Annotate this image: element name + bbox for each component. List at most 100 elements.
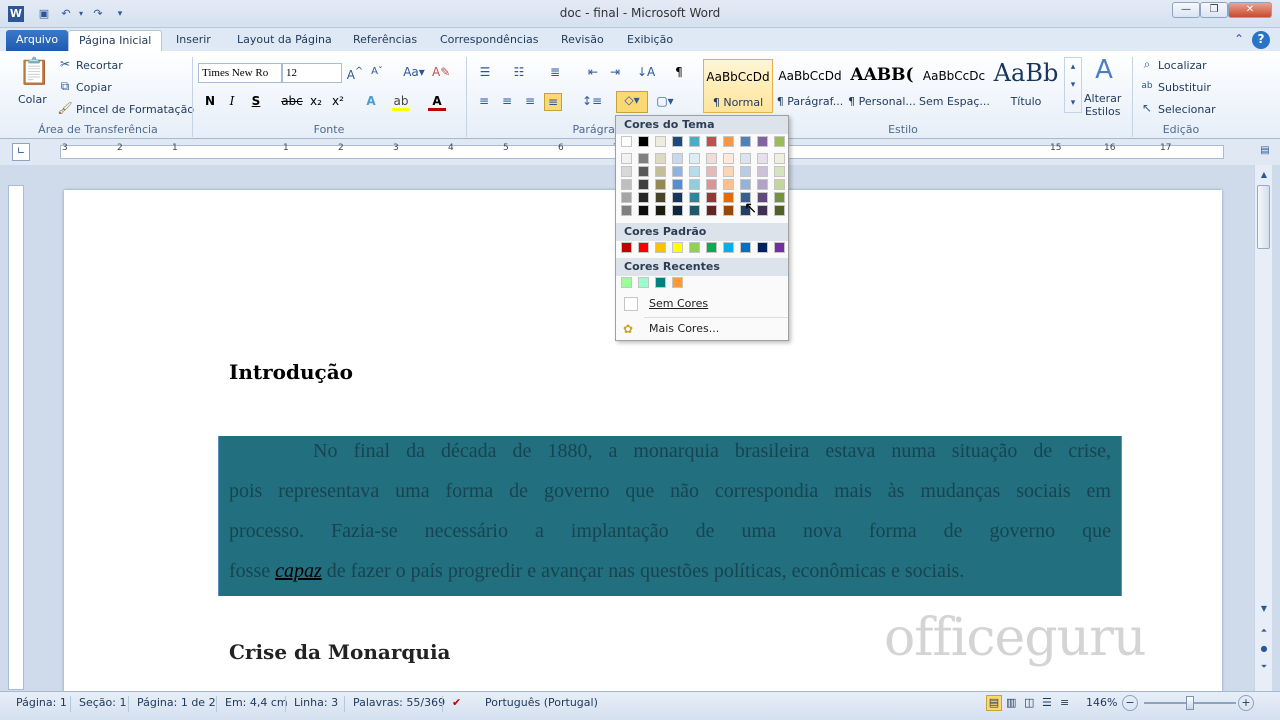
numbering-icon[interactable]: ☷ (510, 64, 528, 82)
proofing-icon[interactable]: ✔ (452, 696, 461, 709)
theme-color-swatch[interactable] (638, 153, 649, 164)
theme-color-swatch[interactable] (774, 192, 785, 203)
theme-color-swatch[interactable] (621, 205, 632, 216)
shading-icon[interactable]: ◇▾ (616, 91, 648, 113)
copy-button[interactable]: Copiar (76, 81, 112, 94)
underline-icon[interactable]: S (247, 93, 265, 111)
highlight-icon[interactable]: ab (392, 93, 410, 111)
select-button[interactable]: Selecionar (1158, 103, 1216, 116)
theme-color-swatch[interactable] (740, 166, 751, 177)
theme-color-swatch[interactable] (655, 192, 666, 203)
style-personal[interactable]: AABB( ¶ Personal... (847, 59, 917, 113)
minimize-ribbon-icon[interactable]: ⌃ (1230, 31, 1248, 49)
cut-icon[interactable]: ✂ (56, 56, 74, 74)
tab-arquivo[interactable]: Arquivo (6, 30, 69, 52)
theme-color-swatch[interactable] (689, 179, 700, 190)
standard-color-swatch[interactable] (740, 242, 751, 253)
theme-color-swatch[interactable] (621, 192, 632, 203)
full-screen-reading-icon[interactable]: ▥ (1006, 696, 1016, 709)
prev-page-icon[interactable]: ⏶ (1255, 623, 1273, 641)
paste-icon[interactable]: 📋 (18, 57, 50, 89)
theme-color-swatch[interactable] (757, 136, 768, 147)
theme-color-swatch[interactable] (672, 179, 683, 190)
style-sem-espaco[interactable]: AaBbCcDc Sem Espaç... (919, 59, 989, 113)
format-painter-button[interactable]: Pincel de Formatação (76, 103, 194, 116)
draft-icon[interactable]: ≡ (1060, 696, 1069, 709)
vertical-scrollbar[interactable]: ▲ ▼ ⏶ ● ⏷ (1254, 165, 1272, 691)
theme-color-swatch[interactable] (655, 153, 666, 164)
status-line[interactable]: Linha: 3 (294, 696, 338, 709)
decrease-indent-icon[interactable]: ⇤ (584, 64, 602, 82)
recent-color-swatch[interactable] (655, 277, 666, 288)
multilevel-list-icon[interactable]: ≣ (546, 64, 564, 82)
style-titulo[interactable]: AaBb Título (991, 59, 1061, 113)
italic-icon[interactable]: I (223, 93, 241, 111)
sort-icon[interactable]: ↓A (637, 64, 655, 82)
grow-font-icon[interactable]: A^ (346, 64, 364, 82)
text-effects-icon[interactable]: A (362, 93, 380, 111)
zoom-level[interactable]: 146% (1086, 696, 1117, 709)
format-painter-icon[interactable]: 🖌 (56, 100, 74, 118)
view-ruler-icon[interactable]: ▤ (1256, 143, 1274, 161)
standard-color-swatch[interactable] (638, 242, 649, 253)
theme-color-swatch[interactable] (638, 192, 649, 203)
maximize-button[interactable]: ❐ (1200, 2, 1228, 18)
selected-paragraph[interactable]: No final da década de 1880, a monarquia … (218, 436, 1122, 596)
theme-color-swatch[interactable] (723, 205, 734, 216)
theme-color-swatch[interactable] (723, 192, 734, 203)
heading-introducao[interactable]: Introdução (229, 360, 353, 384)
theme-color-swatch[interactable] (672, 205, 683, 216)
web-layout-icon[interactable]: ◫ (1024, 696, 1034, 709)
change-styles-icon[interactable]: A (1090, 55, 1118, 85)
clear-formatting-icon[interactable]: A✎ (432, 64, 450, 82)
theme-color-swatch[interactable] (774, 205, 785, 216)
justify-icon[interactable]: ≡ (544, 93, 562, 111)
theme-color-swatch[interactable] (689, 205, 700, 216)
tab-inserir[interactable]: Inserir (166, 30, 221, 52)
tab-pagina-inicial[interactable]: Página Inicial (68, 30, 163, 52)
standard-color-swatch[interactable] (774, 242, 785, 253)
theme-color-swatch[interactable] (672, 153, 683, 164)
theme-color-swatch[interactable] (723, 153, 734, 164)
increase-indent-icon[interactable]: ⇥ (606, 64, 624, 82)
minimize-button[interactable]: — (1172, 2, 1200, 18)
standard-color-swatch[interactable] (689, 242, 700, 253)
theme-color-swatch[interactable] (740, 153, 751, 164)
tab-layout[interactable]: Layout da Página (227, 30, 342, 52)
theme-color-swatch[interactable] (774, 166, 785, 177)
theme-color-swatch[interactable] (757, 153, 768, 164)
font-size-combo[interactable]: 12 (282, 63, 342, 83)
superscript-icon[interactable]: x² (329, 93, 347, 111)
more-colors-item[interactable]: ✿ Mais Cores... (616, 318, 788, 340)
outline-icon[interactable]: ☰ (1042, 696, 1052, 709)
scroll-thumb[interactable] (1257, 185, 1270, 249)
tab-exibicao[interactable]: Exibição (617, 30, 683, 52)
status-section[interactable]: Seção: 1 (79, 696, 126, 709)
theme-color-swatch[interactable] (774, 179, 785, 190)
align-left-icon[interactable]: ≡ (475, 93, 493, 111)
theme-color-swatch[interactable] (655, 179, 666, 190)
style-paragrafo[interactable]: AaBbCcDd ¶ Parágraf... (775, 59, 845, 113)
theme-color-swatch[interactable] (621, 136, 632, 147)
tab-referencias[interactable]: Referências (343, 30, 427, 52)
theme-color-swatch[interactable] (655, 136, 666, 147)
theme-color-swatch[interactable] (706, 192, 717, 203)
paste-button[interactable]: Colar (18, 93, 47, 106)
help-icon[interactable]: ? (1252, 31, 1270, 49)
theme-color-swatch[interactable] (655, 205, 666, 216)
theme-color-swatch[interactable] (740, 136, 751, 147)
theme-color-swatch[interactable] (689, 166, 700, 177)
zoom-in-icon[interactable]: + (1238, 695, 1254, 711)
theme-color-swatch[interactable] (638, 136, 649, 147)
replace-button[interactable]: Substituir (1158, 81, 1211, 94)
theme-color-swatch[interactable] (689, 136, 700, 147)
theme-color-swatch[interactable] (723, 136, 734, 147)
theme-color-swatch[interactable] (757, 166, 768, 177)
theme-color-swatch[interactable] (621, 153, 632, 164)
theme-color-swatch[interactable] (774, 136, 785, 147)
tab-revisao[interactable]: Revisão (551, 30, 614, 52)
standard-color-swatch[interactable] (672, 242, 683, 253)
align-right-icon[interactable]: ≡ (521, 93, 539, 111)
theme-color-swatch[interactable] (757, 205, 768, 216)
shrink-font-icon[interactable]: Aˇ (368, 64, 386, 82)
